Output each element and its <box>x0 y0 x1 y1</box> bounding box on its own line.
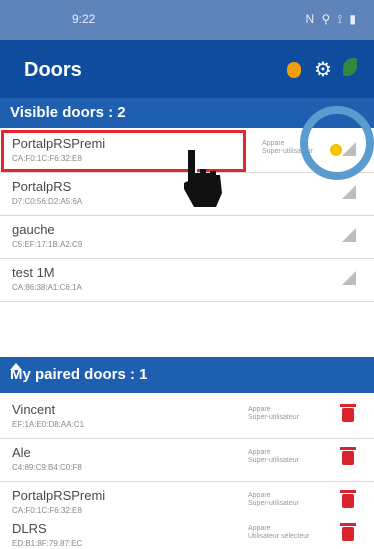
paired-door-row[interactable]: DLRS ED:B1:8F:79:87:EC Appare Utilisateu… <box>0 515 374 549</box>
leaf-icon[interactable] <box>343 58 357 76</box>
door-mac: CA:F0:1C:F6:32:E8 <box>12 506 82 515</box>
door-mac: EF:1A:E0:D8:AA:C1 <box>12 420 85 429</box>
door-role-line2: Super-utilisateur <box>248 414 299 421</box>
door-role-line1: Appare <box>248 449 271 456</box>
gear-icon[interactable]: ⚙ <box>314 57 332 82</box>
door-role-line2: Super-utilisateur <box>248 457 299 464</box>
door-name: PortalpRSPremi <box>12 488 106 503</box>
door-name: DLRS <box>12 521 47 536</box>
trash-icon[interactable] <box>340 523 356 541</box>
app-bar: Doors ⚙ <box>0 40 374 98</box>
door-mac: C5:EF:17:1B:A2:C9 <box>12 240 83 249</box>
door-role: Appare Super-utilisateur <box>248 492 299 508</box>
paired-doors-header[interactable]: My paired doors : 1 <box>0 357 374 393</box>
door-name: Vincent <box>12 402 56 417</box>
door-role-line1: Appare <box>248 525 271 532</box>
door-role-line1: Appare <box>248 492 271 499</box>
signal-icon <box>342 271 356 285</box>
door-name: test 1M <box>12 265 55 280</box>
door-role-line1: Appare <box>248 406 271 413</box>
door-mac: ED:B1:8F:79:87:EC <box>12 539 83 548</box>
signal-icon <box>342 185 356 199</box>
door-mac: C4:89:C9:B4:C0:F8 <box>12 463 82 472</box>
visible-doors-title: Visible doors : 2 <box>10 104 126 121</box>
door-name: Ale <box>12 445 31 460</box>
door-role-line2: Super-utilisateur <box>248 500 299 507</box>
signal-icon <box>342 228 356 242</box>
door-role-line1: Appare <box>262 140 285 147</box>
hand-pointer-icon <box>184 148 222 207</box>
trash-icon[interactable] <box>340 447 356 465</box>
door-mac: D7:C0:56:D2:A5:6A <box>12 197 83 206</box>
bluetooth-icon[interactable] <box>287 62 301 78</box>
door-name: PortalpRS <box>12 179 72 194</box>
door-role: Appare Utilisateur sélecteur <box>248 525 309 541</box>
door-name: gauche <box>12 222 55 237</box>
paired-door-row[interactable]: Ale C4:89:C9:B4:C0:F8 Appare Super-utili… <box>0 439 374 482</box>
door-role-line2: Utilisateur sélecteur <box>248 533 310 540</box>
visible-door-row[interactable]: test 1M CA:86:38:A1:C6:1A <box>0 259 374 302</box>
door-role: Appare Super-utilisateur <box>248 406 299 422</box>
page-title: Doors <box>24 59 82 81</box>
door-mac: CA:86:38:A1:C6:1A <box>12 283 82 292</box>
status-bar: 9:22 N ⚲ ⟟ ▮ <box>0 0 374 40</box>
tap-indicator-ring <box>300 106 374 180</box>
tap-indicator-dot <box>330 144 342 156</box>
status-time: 9:22 <box>72 12 96 26</box>
trash-icon[interactable] <box>340 490 356 508</box>
paired-door-row[interactable]: Vincent EF:1A:E0:D8:AA:C1 Appare Super-u… <box>0 396 374 439</box>
status-icons: N ⚲ ⟟ ▮ <box>305 12 358 26</box>
door-role: Appare Super-utilisateur <box>248 449 299 465</box>
trash-icon[interactable] <box>340 404 356 422</box>
visible-door-row[interactable]: gauche C5:EF:17:1B:A2:C9 <box>0 216 374 259</box>
paired-doors-title: My paired doors : 1 <box>10 366 148 383</box>
collapse-icon[interactable] <box>10 363 22 370</box>
